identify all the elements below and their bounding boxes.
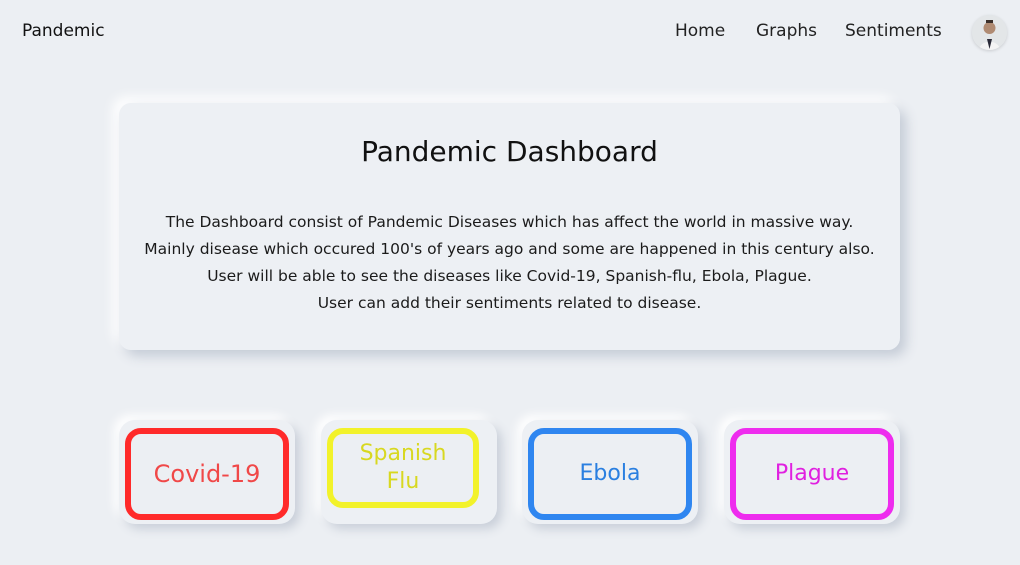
nav-link-sentiments[interactable]: Sentiments [845,21,942,41]
dashboard-info-card: Pandemic Dashboard The Dashboard consist… [119,103,900,350]
spanish-flu-button[interactable]: Spanish Flu [327,428,479,508]
nav-link-graphs[interactable]: Graphs [756,21,817,41]
description-line: The Dashboard consist of Pandemic Diseas… [165,213,854,231]
navbar: Pandemic Home Graphs Sentiments [0,0,1020,64]
user-avatar-icon [972,15,1007,50]
brand-logo-text[interactable]: Pandemic [22,21,105,41]
ebola-button[interactable]: Ebola [528,428,692,520]
nav-link-home[interactable]: Home [675,21,725,41]
dashboard-description: The Dashboard consist of Pandemic Diseas… [119,209,900,317]
description-line: User can add their sentiments related to… [317,294,702,312]
disease-card-covid: Covid-19 [119,420,295,524]
disease-card-spanish-flu: Spanish Flu [321,420,497,524]
description-line: User will be able to see the diseases li… [207,267,812,285]
disease-card-ebola: Ebola [522,420,698,524]
page-title: Pandemic Dashboard [361,135,658,168]
description-line: Mainly disease which occured 100's of ye… [144,240,875,258]
covid-19-button[interactable]: Covid-19 [125,428,289,520]
plague-button[interactable]: Plague [730,428,894,520]
disease-card-plague: Plague [724,420,900,524]
avatar[interactable] [972,15,1007,50]
